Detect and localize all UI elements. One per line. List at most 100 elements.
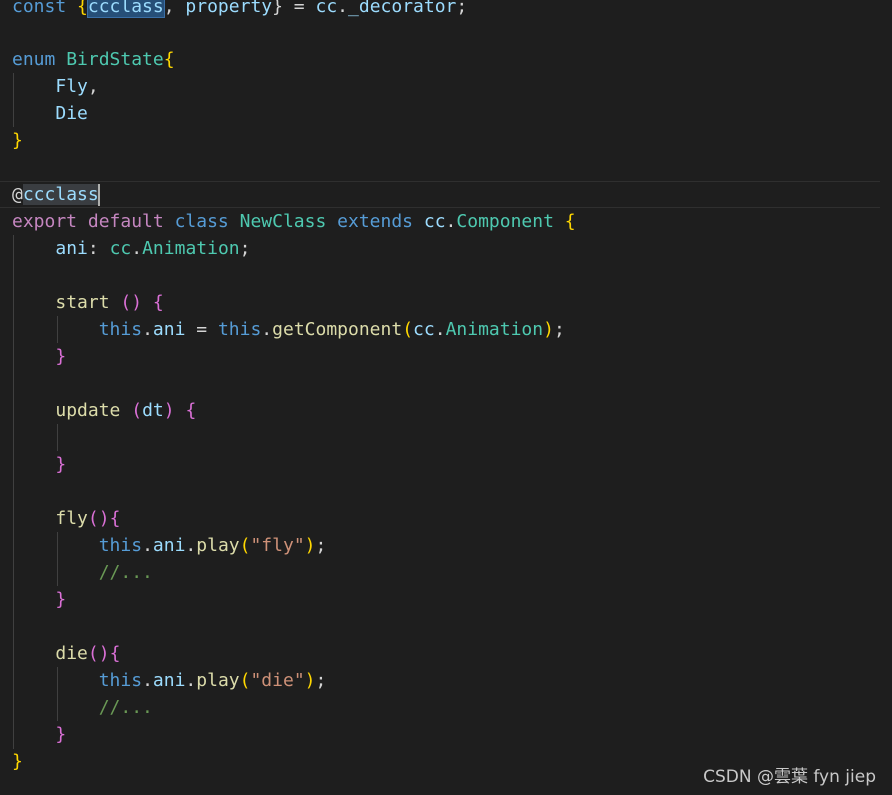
enum-member: Die [55,103,88,124]
identifier: property [185,0,273,17]
method-name: die [55,643,88,664]
code-line-8-current[interactable]: @ccclass [0,181,880,208]
brace: } [12,751,23,772]
punctuation: , [163,0,186,17]
decorator-name: ccclass [22,184,99,205]
code-line-9[interactable]: export default class NewClass extends cc… [0,208,892,235]
this-keyword: this [217,319,262,340]
punctuation: . [261,319,273,340]
brace: } [55,454,67,475]
code-line-14[interactable]: } [0,343,892,370]
punctuation: : [87,238,110,259]
code-line-1[interactable]: const {ccclass, property} = cc._decorato… [0,0,892,20]
punctuation: ; [456,0,468,17]
code-line-5[interactable]: Die [0,100,892,127]
punctuation: , [87,76,99,97]
string-literal: "die" [250,670,305,691]
this-keyword: this [98,670,143,691]
field-name: ani [152,319,186,340]
punctuation: } = [272,0,316,17]
parens: () [109,292,153,313]
brace: { [553,211,576,232]
code-line-13[interactable]: this.ani = this.getComponent(cc.Animatio… [0,316,892,343]
punctuation: ; [553,319,565,340]
code-line-6[interactable]: } [0,127,892,154]
code-line-21[interactable]: this.ani.play("fly"); [0,532,892,559]
code-line-28[interactable]: } [0,721,892,748]
identifier: cc [423,211,446,232]
method-name: start [55,292,110,313]
class-name: NewClass [239,211,327,232]
punctuation: = [185,319,218,340]
punctuation: ; [315,535,327,556]
keyword: default [87,211,164,232]
punctuation: . [142,535,153,556]
indent-guide [57,424,58,451]
brace: } [55,346,67,367]
method-name: update [55,400,121,421]
code-line-3[interactable]: enum BirdState{ [0,46,892,73]
field-name: ani [152,535,186,556]
comment: //... [98,562,153,583]
function-call: play [196,670,240,691]
type-name: Component [456,211,554,232]
code-line-25[interactable]: die(){ [0,640,892,667]
code-editor[interactable]: const {ccclass, property} = cc._decorato… [0,0,892,795]
brace: { [163,49,175,70]
decorator-at: @ [12,184,23,205]
code-line-23[interactable]: } [0,586,892,613]
keyword: const [12,0,67,17]
brace: } [55,589,67,610]
punctuation: . [434,319,446,340]
punctuation: . [185,535,197,556]
punctuation: . [142,319,153,340]
code-line-12[interactable]: start () { [0,289,892,316]
comment: //... [98,697,153,718]
code-line-20[interactable]: fly(){ [0,505,892,532]
identifier: _decorator [348,0,457,17]
this-keyword: this [98,535,143,556]
text-cursor [97,184,100,206]
identifier: cc [413,319,435,340]
code-line-4[interactable]: Fly, [0,73,892,100]
paren: ( [239,670,251,691]
code-line-26[interactable]: this.ani.play("die"); [0,667,892,694]
code-line-10[interactable]: ani: cc.Animation; [0,235,892,262]
punctuation: ; [315,670,327,691]
brace: { [109,643,121,664]
code-line-18[interactable]: } [0,451,892,478]
paren: ) [304,535,316,556]
code-line-16[interactable]: update (dt) { [0,397,892,424]
keyword: extends [337,211,414,232]
field-name: ani [55,238,88,259]
punctuation: . [185,670,197,691]
paren: ) [304,670,316,691]
code-line-22[interactable]: //... [0,559,892,586]
brace: { [66,0,88,17]
keyword: enum [12,49,56,70]
punctuation: . [337,0,349,17]
type-name: Animation [445,319,544,340]
brace: } [55,724,67,745]
paren: ) [163,400,186,421]
code-line-27[interactable]: //... [0,694,892,721]
function-call: getComponent [272,319,403,340]
punctuation: . [131,238,143,259]
punctuation: . [445,211,457,232]
parens: () [87,508,110,529]
keyword: class [174,211,229,232]
brace: } [12,130,23,151]
brace: { [185,400,197,421]
